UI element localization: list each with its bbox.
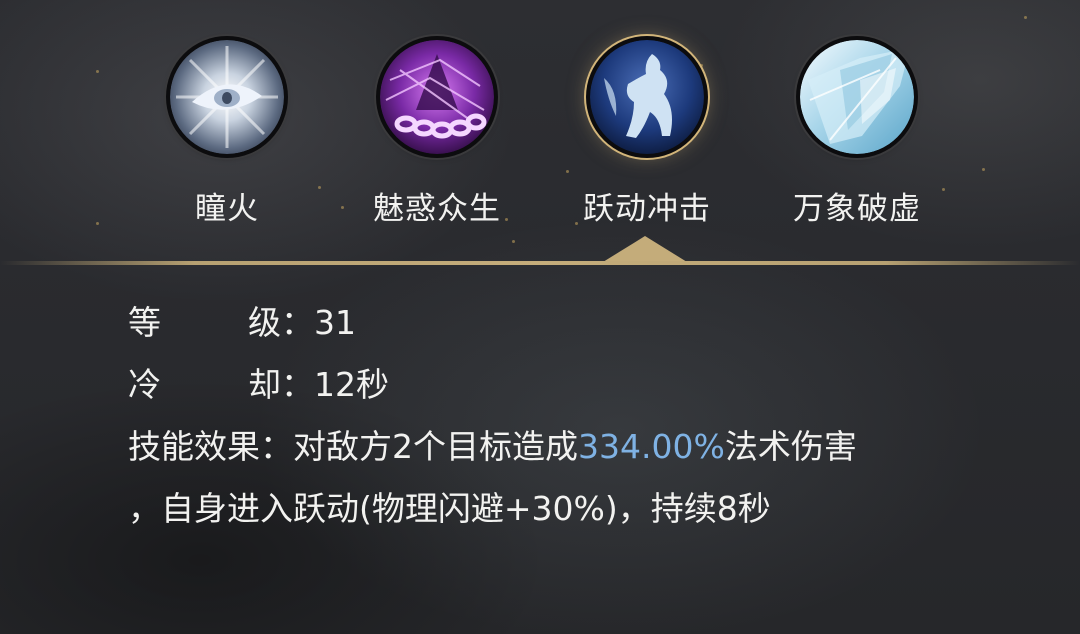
effect-text-1: 对敌方2个目标造成 bbox=[293, 427, 578, 466]
effect-label: 技能效果： bbox=[128, 427, 293, 466]
cooldown-label-1: 冷 bbox=[128, 365, 161, 404]
level-row: 等 级：31 bbox=[128, 292, 1028, 354]
skill-name: 跃动冲击 bbox=[583, 191, 711, 227]
level-label-1: 等 bbox=[128, 303, 161, 342]
leaping-figure-icon bbox=[590, 40, 704, 154]
skill-details: 等 级：31 冷 却：12秒 技能效果：对敌方2个目标造成334.00%法术伤害 ，… bbox=[128, 292, 1028, 540]
eye-flame-icon bbox=[170, 40, 284, 154]
skill-selector: 瞳火 魅惑众生 跃动冲击 万象破虚 bbox=[0, 0, 1080, 265]
selected-skill-pointer bbox=[603, 236, 687, 262]
cooldown-row: 冷 却：12秒 bbox=[128, 354, 1028, 416]
cooldown-label-2: 却： bbox=[248, 365, 314, 404]
ice-crystal-icon bbox=[800, 40, 914, 154]
purple-chain-charm-icon bbox=[380, 40, 494, 154]
divider bbox=[0, 261, 1080, 265]
skill-tab-3[interactable]: 跃动冲击 bbox=[547, 40, 747, 230]
effect-damage-value: 334.00% bbox=[578, 427, 725, 466]
effect-text-2: 法术伤害 bbox=[724, 427, 857, 466]
effect-row-2: ，自身进入跃动(物理闪避+30%)，持续8秒 bbox=[128, 478, 1028, 540]
skill-tab-1[interactable]: 瞳火 bbox=[127, 40, 327, 230]
skill-name: 万象破虚 bbox=[793, 191, 921, 227]
skill-tab-2[interactable]: 魅惑众生 bbox=[337, 40, 537, 230]
level-label-2: 级： bbox=[248, 303, 314, 342]
skill-name: 瞳火 bbox=[195, 191, 259, 227]
effect-text-3: ，自身进入跃动(物理闪避+30%)，持续8秒 bbox=[128, 489, 771, 528]
level-value: 31 bbox=[314, 303, 356, 342]
effect-row: 技能效果：对敌方2个目标造成334.00%法术伤害 bbox=[128, 416, 1028, 478]
cooldown-value: 12秒 bbox=[314, 365, 389, 404]
skill-name: 魅惑众生 bbox=[373, 191, 501, 227]
skill-tab-4[interactable]: 万象破虚 bbox=[757, 40, 957, 230]
